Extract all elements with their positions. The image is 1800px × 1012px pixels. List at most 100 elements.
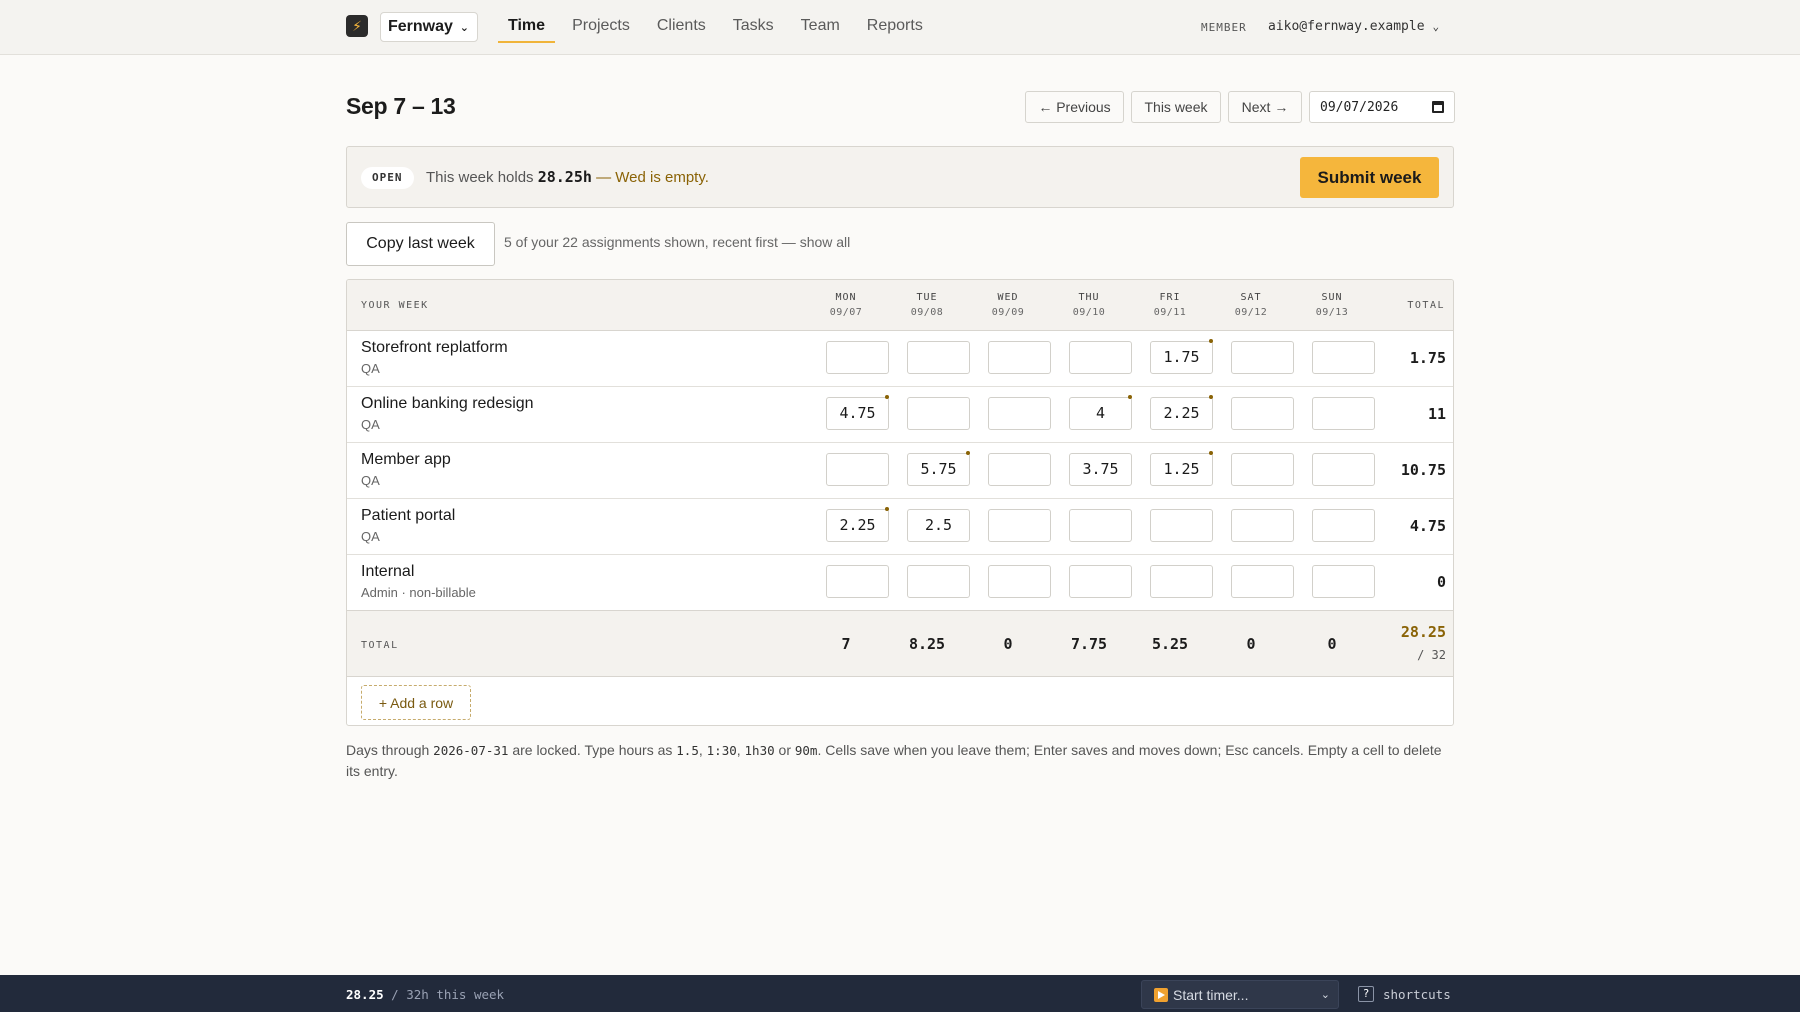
week-target-text: / 32h this week xyxy=(383,987,505,1002)
day-date: 09/10 xyxy=(1072,307,1106,318)
add-row-button[interactable]: + Add a row xyxy=(361,685,471,720)
day-name: WED xyxy=(997,292,1019,303)
row-total: 11 xyxy=(1427,405,1446,423)
user-menu[interactable]: aiko@fernway.example ⌄ xyxy=(1268,19,1439,34)
hours-input-sat[interactable] xyxy=(1231,565,1294,598)
note-indicator-icon xyxy=(1209,395,1213,399)
workspace-switcher[interactable]: Fernway ⌄ xyxy=(380,12,478,42)
day-date: 09/12 xyxy=(1234,307,1268,318)
note-indicator-icon xyxy=(1128,395,1132,399)
timesheet-row: Storefront replatform QA 1.75 1.75 xyxy=(347,331,1453,387)
hours-input-sun[interactable] xyxy=(1312,341,1375,374)
submit-week-button[interactable]: Submit week xyxy=(1300,157,1439,198)
day-name: MON xyxy=(835,292,857,303)
totals-label: TOTAL xyxy=(361,640,399,651)
footnote-text: or xyxy=(774,742,795,758)
status-badge: OPEN xyxy=(361,167,414,189)
totals-row: TOTAL 7 8.25 0 7.75 5.25 0 0 28.25 / 32 xyxy=(347,610,1453,677)
main-tabs: Time Projects Clients Tasks Team Reports xyxy=(497,0,950,55)
chevron-down-icon: ⌄ xyxy=(1432,20,1440,33)
hours-input-sun[interactable] xyxy=(1312,565,1375,598)
start-timer-select[interactable]: Start timer... ⌄ xyxy=(1141,980,1339,1009)
day-date: 09/09 xyxy=(991,307,1025,318)
hours-value: 2.25 xyxy=(1163,404,1200,422)
day-header-fri: FRI 09/11 xyxy=(1138,290,1202,320)
hours-input-tue[interactable]: 5.75 xyxy=(907,451,970,486)
day-header-sat: SAT 09/12 xyxy=(1219,290,1283,320)
hours-input-mon[interactable]: 4.75 xyxy=(826,395,889,430)
tab-clients[interactable]: Clients xyxy=(657,0,706,55)
workspace-name: Fernway xyxy=(388,18,453,35)
row-total: 10.75 xyxy=(1400,461,1446,479)
shortcuts-button[interactable]: ? shortcuts xyxy=(1358,986,1451,1002)
task-name: QA xyxy=(361,529,380,544)
hours-input-thu[interactable] xyxy=(1069,509,1132,542)
previous-week-button[interactable]: ← Previous xyxy=(1025,91,1124,123)
top-nav: ⚡ Fernway ⌄ Time Projects Clients Tasks … xyxy=(0,0,1800,55)
hours-value: 2.25 xyxy=(839,516,876,534)
footnote-text: , xyxy=(698,742,707,758)
project-name: Storefront replatform xyxy=(361,339,508,356)
timesheet-row: Internal Admin · non-billable 0 xyxy=(347,555,1453,611)
tab-projects[interactable]: Projects xyxy=(572,0,630,55)
hours-input-sat[interactable] xyxy=(1231,341,1294,374)
hours-input-sun[interactable] xyxy=(1312,509,1375,542)
hours-input-fri[interactable]: 1.25 xyxy=(1150,451,1213,486)
tab-time[interactable]: Time xyxy=(497,0,556,55)
total-column-header: TOTAL xyxy=(1407,300,1445,311)
hours-input-mon[interactable] xyxy=(826,453,889,486)
hours-input-sat[interactable] xyxy=(1231,453,1294,486)
hours-input-tue[interactable] xyxy=(907,341,970,374)
hours-input-tue[interactable] xyxy=(907,397,970,430)
day-header-mon: MON 09/07 xyxy=(814,290,878,320)
locked-date: 2026-07-31 xyxy=(433,743,509,758)
assignments-note[interactable]: 5 of your 22 assignments shown, recent f… xyxy=(504,234,850,250)
hours-value: 4.75 xyxy=(839,404,876,422)
hours-input-fri[interactable] xyxy=(1150,565,1213,598)
hours-input-mon[interactable] xyxy=(826,565,889,598)
hours-input-sun[interactable] xyxy=(1312,397,1375,430)
hours-input-fri[interactable]: 2.25 xyxy=(1150,395,1213,430)
hours-input-wed[interactable] xyxy=(988,341,1051,374)
hours-input-sun[interactable] xyxy=(1312,453,1375,486)
hours-input-fri[interactable] xyxy=(1150,509,1213,542)
hours-input-wed[interactable] xyxy=(988,565,1051,598)
row-total: 4.75 xyxy=(1409,517,1446,535)
tab-reports[interactable]: Reports xyxy=(867,0,923,55)
hours-input-thu[interactable]: 4 xyxy=(1069,395,1132,430)
hours-input-tue[interactable]: 2.5 xyxy=(907,509,970,542)
week-date-input[interactable]: 09/07/2026 xyxy=(1309,91,1455,123)
task-name: QA xyxy=(361,473,380,488)
note-indicator-icon xyxy=(885,507,889,511)
note-indicator-icon xyxy=(1209,339,1213,343)
next-week-button[interactable]: Next → xyxy=(1228,91,1302,123)
hours-value: 4 xyxy=(1095,404,1106,422)
format-example: 1:30 xyxy=(706,743,737,758)
hours-input-thu[interactable] xyxy=(1069,565,1132,598)
hours-input-sat[interactable] xyxy=(1231,509,1294,542)
hours-input-wed[interactable] xyxy=(988,509,1051,542)
format-example: 90m xyxy=(794,743,818,758)
hours-input-wed[interactable] xyxy=(988,397,1051,430)
day-total-sat: 0 xyxy=(1246,635,1256,653)
tab-tasks[interactable]: Tasks xyxy=(733,0,774,55)
fernway-logo-icon[interactable]: ⚡ xyxy=(346,15,368,37)
user-email: aiko@fernway.example xyxy=(1268,19,1425,34)
calendar-icon[interactable] xyxy=(1432,101,1444,113)
day-name: SUN xyxy=(1321,292,1343,303)
tab-team[interactable]: Team xyxy=(801,0,840,55)
copy-last-week-button[interactable]: Copy last week xyxy=(346,222,495,266)
hours-input-tue[interactable] xyxy=(907,565,970,598)
hours-input-mon[interactable] xyxy=(826,341,889,374)
hours-input-fri[interactable]: 1.75 xyxy=(1150,339,1213,374)
hours-input-thu[interactable]: 3.75 xyxy=(1069,453,1132,486)
page-title: Sep 7 – 13 xyxy=(346,93,456,119)
hours-input-sat[interactable] xyxy=(1231,397,1294,430)
day-total-wed: 0 xyxy=(1003,635,1013,653)
hours-input-wed[interactable] xyxy=(988,453,1051,486)
footnote-text: Days through xyxy=(346,742,434,758)
question-key-icon: ? xyxy=(1358,986,1374,1002)
hours-input-thu[interactable] xyxy=(1069,341,1132,374)
this-week-button[interactable]: This week xyxy=(1131,91,1221,123)
hours-input-mon[interactable]: 2.25 xyxy=(826,507,889,542)
